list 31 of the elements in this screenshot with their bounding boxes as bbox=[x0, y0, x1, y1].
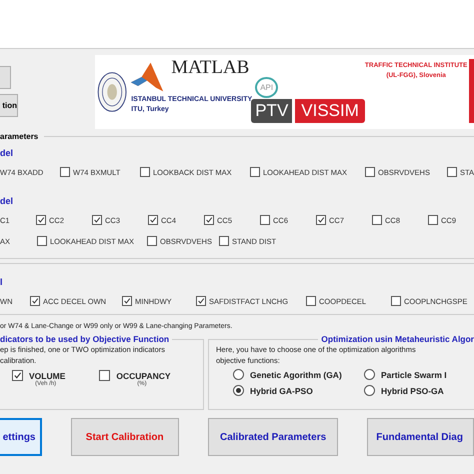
vissim-logo: VISSIM bbox=[295, 99, 365, 123]
push-button[interactable] bbox=[0, 66, 11, 89]
algorithm-radio[interactable]: Hybrid GA-PSO bbox=[233, 385, 364, 396]
algorithm-radio[interactable]: Hybrid PSO-GA bbox=[364, 385, 474, 396]
section-title: arameters bbox=[0, 132, 38, 140]
check-icon bbox=[205, 216, 213, 224]
check-icon bbox=[197, 297, 205, 305]
group-title: l bbox=[0, 277, 4, 288]
panel-title: dicators to be used by Objective Function bbox=[0, 334, 172, 344]
matlab-text: MATLAB bbox=[171, 57, 250, 79]
group-title: del bbox=[0, 196, 14, 207]
action-button[interactable]: Start Calibration bbox=[70, 418, 179, 456]
algorithm-radio[interactable]: Particle Swarm I bbox=[364, 369, 474, 380]
check-icon bbox=[93, 216, 101, 224]
push-button[interactable]: tion bbox=[0, 94, 18, 117]
action-button[interactable]: Calibrated Parameters bbox=[208, 418, 338, 456]
action-button[interactable]: ettings bbox=[0, 418, 42, 456]
panel-title: Optimization usin Metaheuristic Algor bbox=[318, 334, 474, 344]
check-icon bbox=[31, 297, 39, 305]
check-icon bbox=[13, 371, 22, 380]
algorithm-radio[interactable]: Genetic Agorithm (GA) bbox=[233, 369, 364, 380]
indicator-checkbox[interactable]: OCCUPANCY bbox=[99, 370, 171, 381]
check-icon bbox=[317, 216, 325, 224]
indicator-checkbox[interactable]: VOLUME bbox=[12, 370, 66, 381]
action-button[interactable]: Fundamental Diag bbox=[367, 418, 474, 456]
check-icon bbox=[123, 297, 131, 305]
check-icon bbox=[149, 216, 157, 224]
logo-block bbox=[469, 59, 474, 123]
ptv-logo: PTV bbox=[251, 99, 292, 123]
group-title: del bbox=[0, 148, 14, 159]
check-icon bbox=[37, 216, 45, 224]
